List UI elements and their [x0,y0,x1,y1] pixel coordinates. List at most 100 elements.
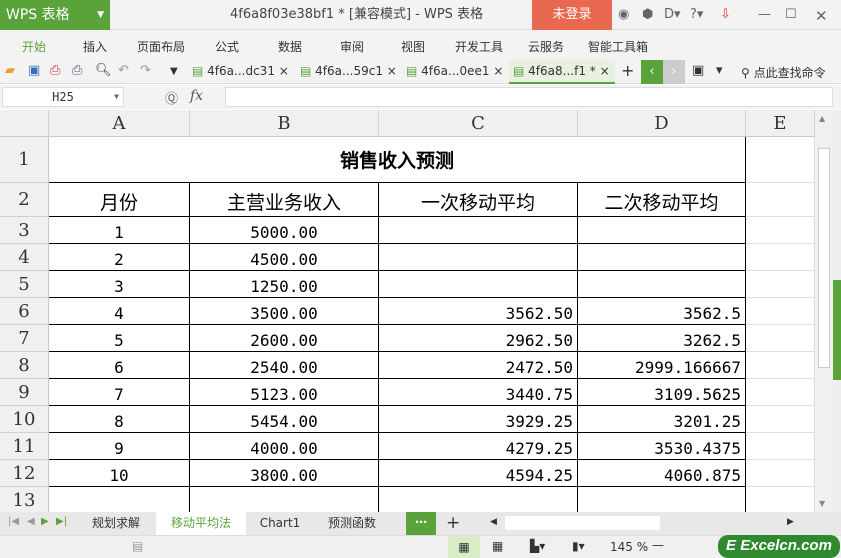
export-pdf-icon[interactable]: ⎙ [50,63,60,78]
row-header[interactable]: 5 [0,271,49,298]
cell[interactable] [190,487,379,512]
minimize-icon[interactable]: — [758,7,771,22]
sheet-last-icon[interactable]: ▶| [56,516,67,527]
cell[interactable] [746,406,815,433]
column-header[interactable]: E [746,110,815,137]
data-cell[interactable]: 3800.00 [190,460,379,487]
name-box[interactable]: H25 ▼ [2,87,124,107]
cell[interactable] [746,271,815,298]
zoom-level[interactable]: 145 % [610,540,648,554]
data-cell[interactable]: 3530.4375 [578,433,746,460]
data-cell[interactable]: 2 [49,244,190,271]
redo-icon[interactable]: ↷ [140,63,151,78]
sheet-first-icon[interactable]: |◀ [8,516,19,527]
wps-menu-button[interactable]: WPS 表格 ▼ [0,0,110,30]
data-cell[interactable]: 4594.25 [379,460,578,487]
data-cell[interactable]: 3440.75 [379,379,578,406]
layout-icon[interactable]: ▙▾ [530,539,545,553]
normal-view-icon[interactable]: ▦ [448,536,480,558]
data-cell[interactable]: 3562.5 [578,298,746,325]
download-icon[interactable]: ⇩ [720,7,731,22]
column-header[interactable]: A [49,110,190,137]
row-header[interactable]: 9 [0,379,49,406]
menu-data[interactable]: 数据 [278,38,302,55]
data-cell[interactable]: 8 [49,406,190,433]
cell[interactable] [746,460,815,487]
sheet-prev-icon[interactable]: ◀ [27,516,35,527]
scroll-thumb[interactable] [818,148,830,368]
data-cell[interactable]: 1 [49,217,190,244]
data-cell[interactable] [578,217,746,244]
data-cell[interactable]: 5454.00 [190,406,379,433]
cell[interactable] [746,183,815,217]
open-icon[interactable]: ▰ [5,63,15,78]
row-header[interactable]: 8 [0,352,49,379]
data-cell[interactable]: 4000.00 [190,433,379,460]
data-cell[interactable]: 10 [49,460,190,487]
data-cell[interactable]: 3201.25 [578,406,746,433]
select-all-corner[interactable] [0,110,49,137]
menu-formulas[interactable]: 公式 [215,38,239,55]
data-cell[interactable]: 2600.00 [190,325,379,352]
row-header[interactable]: 7 [0,325,49,352]
row-header[interactable]: 11 [0,433,49,460]
cell[interactable] [49,487,190,512]
data-cell[interactable]: 2540.00 [190,352,379,379]
close-tab-icon[interactable]: × [493,64,503,78]
data-cell[interactable]: 4060.875 [578,460,746,487]
data-cell[interactable]: 3 [49,271,190,298]
row-header[interactable]: 2 [0,183,49,217]
more-sheets-button[interactable]: ⋯ [406,512,436,535]
column-heading-cell[interactable]: 主营业务收入 [190,183,379,217]
cell[interactable] [746,217,815,244]
zoom-out-icon[interactable]: — [652,538,664,552]
data-cell[interactable] [578,244,746,271]
row-header[interactable]: 4 [0,244,49,271]
tab-scroll-right-icon[interactable]: › [663,60,685,84]
menu-insert[interactable]: 插入 [83,38,107,55]
skin-icon[interactable]: ◉ [618,7,629,22]
sheet-tab[interactable]: 预测函数 [314,512,390,535]
data-cell[interactable]: 2999.166667 [578,352,746,379]
data-cell[interactable]: 9 [49,433,190,460]
doc-tab[interactable]: ▤ 4f6a...59c1 × [296,60,400,84]
eye-protect-icon[interactable]: ▮▾ [572,539,585,553]
zoom-formula-icon[interactable]: Ⓠ [165,88,178,107]
data-cell[interactable]: 2472.50 [379,352,578,379]
close-tab-icon[interactable]: × [279,64,289,78]
row-header[interactable]: 3 [0,217,49,244]
spreadsheet-grid[interactable]: A B C D E 1 2 3 4 5 6 7 8 9 10 11 12 13 销售收入预测 月份 主营业务收入 一次移动… [0,110,815,512]
row-header[interactable]: 6 [0,298,49,325]
hscroll-left-icon[interactable]: ◀ [490,517,497,527]
row-header[interactable]: 13 [0,487,49,512]
menu-home[interactable]: 开始 [22,38,46,55]
row-header[interactable]: 12 [0,460,49,487]
scroll-down-icon[interactable]: ▼ [819,499,825,508]
data-cell[interactable] [379,244,578,271]
save-icon[interactable]: ▣ [28,63,40,78]
menu-review[interactable]: 审阅 [340,38,364,55]
menu-view[interactable]: 视图 [401,38,425,55]
login-button[interactable]: 未登录 [532,0,612,30]
data-cell[interactable] [379,217,578,244]
data-cell[interactable]: 3929.25 [379,406,578,433]
data-cell[interactable]: 3500.00 [190,298,379,325]
data-cell[interactable]: 7 [49,379,190,406]
menu-page-layout[interactable]: 页面布局 [137,38,185,55]
row-header[interactable]: 1 [0,137,49,183]
cell[interactable] [746,379,815,406]
column-header[interactable]: C [379,110,578,137]
data-cell[interactable]: 3262.5 [578,325,746,352]
chevron-down-icon[interactable]: ▼ [114,88,119,106]
data-cell[interactable]: 1250.00 [190,271,379,298]
sheet-tab[interactable]: 规划求解 [78,512,154,535]
page-break-view-icon[interactable]: ▦ [492,539,503,553]
doc-tab[interactable]: ▤ 4f6a...dc31 × [188,60,294,84]
sheet-tab[interactable]: Chart1 [248,512,312,535]
column-heading-cell[interactable]: 一次移动平均 [379,183,578,217]
data-cell[interactable]: 5000.00 [190,217,379,244]
table-title[interactable]: 销售收入预测 [49,137,746,183]
print-preview-icon[interactable]: 🔍︎ [95,63,112,78]
cell[interactable] [746,137,815,183]
print-icon[interactable]: ⎙ [72,63,82,78]
